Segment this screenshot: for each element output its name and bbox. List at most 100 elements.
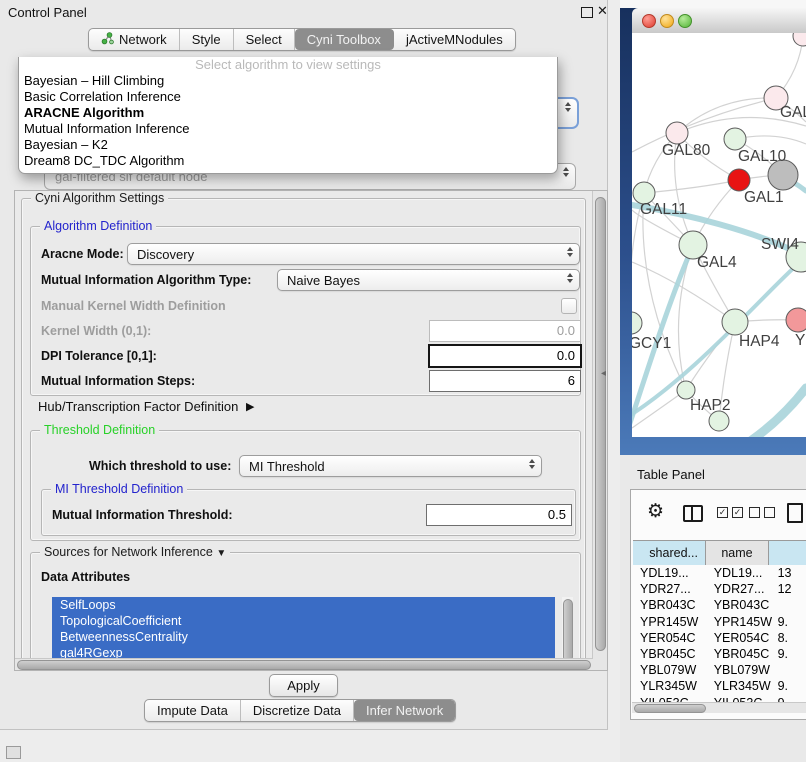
table-cell: 9. <box>775 614 806 630</box>
table-row[interactable]: YPR145WYPR145W9. <box>633 614 806 630</box>
algorithm-option[interactable]: Bayesian – K2 <box>19 137 557 153</box>
network-graph-icon <box>101 32 114 48</box>
manual-kernel-width-checkbox[interactable] <box>561 298 577 314</box>
algorithm-option-list: Bayesian – Hill ClimbingBasic Correlatio… <box>19 73 557 169</box>
tab-style[interactable]: Style <box>180 29 234 50</box>
network-edge-thick[interactable] <box>740 388 806 437</box>
mi-threshold-field[interactable]: 0.5 <box>426 504 572 526</box>
document-icon[interactable] <box>787 503 803 523</box>
table-row[interactable]: YIL053CYIL053C9. <box>633 695 806 703</box>
table-cell: 9. <box>775 695 806 703</box>
settings-vscroll-thumb[interactable] <box>595 197 606 651</box>
node-label: HAP4 <box>739 333 780 350</box>
node-label: HAP2 <box>690 397 731 414</box>
algorithm-definition-group: Algorithm Definition Aracne Mode: Discov… <box>30 226 581 396</box>
mi-algorithm-type-combo[interactable]: Naive Bayes <box>277 269 580 291</box>
close-icon[interactable]: ✕ <box>597 3 608 19</box>
network-window-titlebar[interactable] <box>632 8 806 34</box>
list-scrollbar[interactable] <box>562 597 573 664</box>
float-panel-icon[interactable] <box>581 7 593 18</box>
network-node[interactable] <box>724 128 746 150</box>
which-threshold-label: Which threshold to use: <box>89 459 231 473</box>
network-graph: GALGAL80GAL10GAL1GAL11SWI4GAL4GCY1HAP4YH… <box>632 33 806 437</box>
network-view-window[interactable]: GALGAL80GAL10GAL1GAL11SWI4GAL4GCY1HAP4YH… <box>632 8 806 437</box>
table-cell: YER054C <box>709 630 775 646</box>
table-row[interactable]: YDL19...YDL19...13 <box>633 565 806 581</box>
network-node[interactable] <box>722 309 748 335</box>
kernel-width-field[interactable]: 0.0 <box>429 320 581 342</box>
minimize-traffic-light-icon[interactable] <box>660 14 674 28</box>
node-label: GAL80 <box>662 142 711 159</box>
apply-button[interactable]: Apply <box>269 674 338 697</box>
table-row[interactable]: YDR27...YDR27...12 <box>633 581 806 597</box>
table-horizontal-scrollbar[interactable] <box>632 702 806 713</box>
tab-cyni-toolbox[interactable]: Cyni Toolbox <box>295 29 394 50</box>
tab-network[interactable]: Network <box>89 29 180 50</box>
gear-icon[interactable]: ⚙ <box>647 500 664 523</box>
cyni-mode-tabs: Impute Data Discretize Data Infer Networ… <box>144 699 456 722</box>
settings-hscroll-thumb[interactable] <box>17 660 591 670</box>
tab-infer-network[interactable]: Infer Network <box>354 700 455 721</box>
attribute-item[interactable]: TopologicalCoefficient <box>52 613 555 629</box>
attribute-item[interactable]: SelfLoops <box>52 597 555 613</box>
network-node[interactable] <box>709 411 729 431</box>
network-node[interactable] <box>632 312 642 334</box>
attribute-item[interactable]: BetweennessCentrality <box>52 629 555 645</box>
algorithm-option[interactable]: Dream8 DC_TDC Algorithm <box>19 153 557 169</box>
list-scrollbar-thumb[interactable] <box>563 599 573 662</box>
table-cell: YBL079W <box>633 662 709 678</box>
table-panel: ⚙ ✓✓ shared... name YDL19...YDL19...13YD… <box>630 489 806 720</box>
zoom-traffic-light-icon[interactable] <box>678 14 692 28</box>
algorithm-option[interactable]: Bayesian – Hill Climbing <box>19 73 557 89</box>
table-row[interactable]: YER054CYER054C8. <box>633 630 806 646</box>
tab-jactivemnodules[interactable]: jActiveMNodules <box>394 29 515 50</box>
table-cell: YBR043C <box>709 597 775 613</box>
table-cell: YDL19... <box>633 565 709 581</box>
checked-pair-icon[interactable]: ✓✓ <box>717 507 743 518</box>
settings-vertical-scrollbar[interactable] <box>592 191 607 670</box>
network-node[interactable] <box>666 122 688 144</box>
table-row[interactable]: YBR045CYBR045C9. <box>633 646 806 662</box>
splitter-collapse-icon[interactable]: ◂ <box>601 368 606 379</box>
dpi-tolerance-field[interactable]: 0.0 <box>428 344 582 368</box>
tab-select[interactable]: Select <box>234 29 295 50</box>
algorithm-option[interactable]: Basic Correlation Inference <box>19 89 557 105</box>
node-label: GAL11 <box>640 201 687 218</box>
algorithm-option[interactable]: ARACNE Algorithm <box>19 105 557 121</box>
which-threshold-combo[interactable]: MI Threshold <box>239 455 542 477</box>
tab-impute-data[interactable]: Impute Data <box>145 700 241 721</box>
split-columns-icon[interactable] <box>683 505 703 522</box>
algorithm-option[interactable]: Mutual Information Inference <box>19 121 557 137</box>
cyni-settings-scrollpane: Cyni Algorithm Settings Algorithm Defini… <box>14 190 608 671</box>
aracne-mode-label: Aracne Mode: <box>41 247 124 261</box>
column-header-name[interactable]: name <box>706 541 769 565</box>
network-node[interactable] <box>793 33 806 46</box>
table-cell: 13 <box>775 565 806 581</box>
column-header-shared-name[interactable]: shared... <box>633 541 706 565</box>
network-node[interactable] <box>786 308 806 332</box>
control-panel-titlebar: Control Panel ✕ <box>0 0 607 24</box>
column-header-cut[interactable] <box>769 541 806 565</box>
data-attributes-list[interactable]: SelfLoopsTopologicalCoefficientBetweenne… <box>52 597 555 664</box>
table-hscroll-thumb[interactable] <box>634 704 706 713</box>
table-row[interactable]: YBL079WYBL079W <box>633 662 806 678</box>
table-cell: YDR27... <box>633 581 709 597</box>
algorithm-combo-right-end[interactable] <box>556 97 579 129</box>
collapsed-panel-grip[interactable] <box>6 746 21 759</box>
mi-steps-field[interactable]: 6 <box>429 370 581 392</box>
aracne-mode-combo[interactable]: Discovery <box>127 243 580 265</box>
table-cell: YLR345W <box>709 678 775 694</box>
kernel-width-label: Kernel Width (0,1): <box>41 324 151 338</box>
table-row[interactable]: YLR345WYLR345W9. <box>633 678 806 694</box>
tab-discretize-data[interactable]: Discretize Data <box>241 700 354 721</box>
hub-section-header[interactable]: Hub/Transcription Factor Definition ▶ <box>38 399 250 414</box>
settings-horizontal-scrollbar[interactable] <box>15 658 593 670</box>
mi-threshold-label: Mutual Information Threshold: <box>52 508 233 522</box>
network-canvas[interactable]: GALGAL80GAL10GAL1GAL11SWI4GAL4GCY1HAP4YH… <box>632 33 806 437</box>
network-edge[interactable] <box>644 180 739 193</box>
network-node[interactable] <box>728 169 750 191</box>
table-row[interactable]: YBR043CYBR043C <box>633 597 806 613</box>
close-traffic-light-icon[interactable] <box>642 14 656 28</box>
unchecked-pair-icon[interactable] <box>749 507 775 518</box>
manual-kernel-width-label: Manual Kernel Width Definition <box>41 299 226 313</box>
